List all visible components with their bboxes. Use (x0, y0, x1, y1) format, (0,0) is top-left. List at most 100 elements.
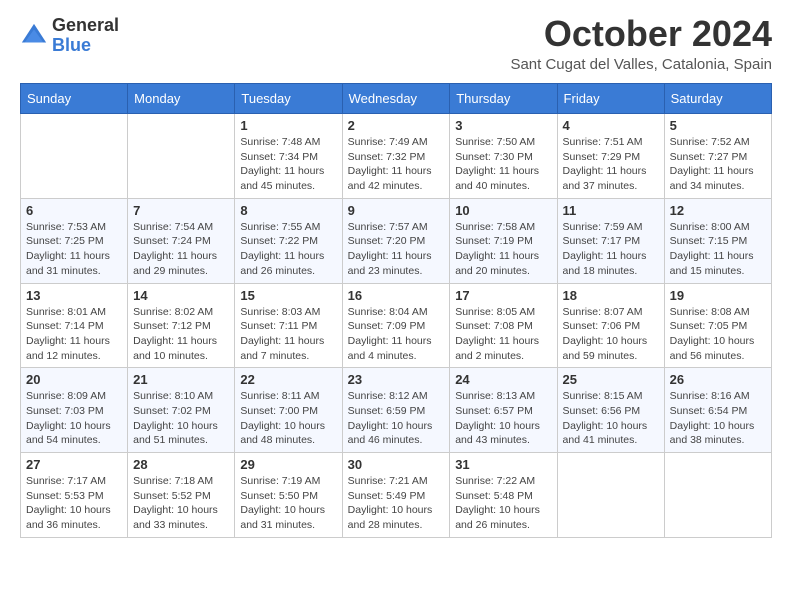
calendar-cell: 26 Sunrise: 8:16 AM Sunset: 6:54 PM Dayli… (664, 368, 771, 453)
calendar-header-row: SundayMondayTuesdayWednesdayThursdayFrid… (21, 84, 772, 114)
day-number: 23 (348, 372, 445, 387)
logo-blue-text: Blue (52, 36, 119, 56)
day-number: 22 (240, 372, 336, 387)
calendar-cell: 4Sunrise: 7:51 AM Sunset: 7:29 PM Daylig… (557, 114, 664, 199)
day-number: 30 (348, 457, 445, 472)
day-of-week-header: Monday (128, 84, 235, 114)
calendar-week-row: 27 Sunrise: 7:17 AM Sunset: 5:53 PM Dayli… (21, 453, 772, 538)
day-info: Sunrise: 7:54 AM Sunset: 7:24 PM Dayligh… (133, 220, 229, 279)
day-number: 12 (670, 203, 766, 218)
day-of-week-header: Friday (557, 84, 664, 114)
day-number: 5 (670, 118, 766, 133)
day-info: Sunrise: 7:53 AM Sunset: 7:25 PM Dayligh… (26, 220, 122, 279)
month-title: October 2024 (510, 16, 772, 52)
calendar-cell: 17Sunrise: 8:05 AM Sunset: 7:08 PM Dayli… (450, 283, 557, 368)
calendar-cell: 30Sunrise: 7:21 AM Sunset: 5:49 PM Dayli… (342, 453, 450, 538)
day-number: 11 (563, 203, 659, 218)
day-of-week-header: Wednesday (342, 84, 450, 114)
day-info: Sunrise: 7:59 AM Sunset: 7:17 PM Dayligh… (563, 220, 659, 279)
day-number: 27 (26, 457, 122, 472)
day-info: Sunrise: 7:52 AM Sunset: 7:27 PM Dayligh… (670, 135, 766, 194)
calendar-cell: 16 Sunrise: 8:04 AM Sunset: 7:09 PM Dayli… (342, 283, 450, 368)
calendar-cell: 7 Sunrise: 7:54 AM Sunset: 7:24 PM Daylig… (128, 198, 235, 283)
day-number: 17 (455, 288, 551, 303)
calendar-cell: 10Sunrise: 7:58 AM Sunset: 7:19 PM Dayli… (450, 198, 557, 283)
day-info: Sunrise: 7:19 AM Sunset: 5:50 PM Dayligh… (240, 474, 336, 533)
calendar-cell: 6 Sunrise: 7:53 AM Sunset: 7:25 PM Daylig… (21, 198, 128, 283)
calendar-cell: 29 Sunrise: 7:19 AM Sunset: 5:50 PM Dayli… (235, 453, 342, 538)
calendar-cell: 28Sunrise: 7:18 AM Sunset: 5:52 PM Dayli… (128, 453, 235, 538)
calendar-cell: 24 Sunrise: 8:13 AM Sunset: 6:57 PM Dayli… (450, 368, 557, 453)
calendar-cell: 27 Sunrise: 7:17 AM Sunset: 5:53 PM Dayli… (21, 453, 128, 538)
calendar-week-row: 20 Sunrise: 8:09 AM Sunset: 7:03 PM Dayli… (21, 368, 772, 453)
title-section: October 2024 Sant Cugat del Valles, Cata… (510, 16, 772, 73)
day-info: Sunrise: 8:16 AM Sunset: 6:54 PM Dayligh… (670, 389, 766, 448)
calendar-cell: 14 Sunrise: 8:02 AM Sunset: 7:12 PM Dayli… (128, 283, 235, 368)
day-number: 9 (348, 203, 445, 218)
calendar-cell: 3 Sunrise: 7:50 AM Sunset: 7:30 PM Daylig… (450, 114, 557, 199)
logo-general-text: General (52, 16, 119, 36)
calendar-cell (557, 453, 664, 538)
calendar-week-row: 1 Sunrise: 7:48 AM Sunset: 7:34 PM Daylig… (21, 114, 772, 199)
day-info: Sunrise: 7:22 AM Sunset: 5:48 PM Dayligh… (455, 474, 551, 533)
calendar-cell: 2 Sunrise: 7:49 AM Sunset: 7:32 PM Daylig… (342, 114, 450, 199)
day-info: Sunrise: 8:04 AM Sunset: 7:09 PM Dayligh… (348, 305, 445, 364)
calendar-week-row: 13 Sunrise: 8:01 AM Sunset: 7:14 PM Dayli… (21, 283, 772, 368)
day-info: Sunrise: 8:08 AM Sunset: 7:05 PM Dayligh… (670, 305, 766, 364)
day-number: 2 (348, 118, 445, 133)
calendar-cell: 18Sunrise: 8:07 AM Sunset: 7:06 PM Dayli… (557, 283, 664, 368)
calendar-cell: 8 Sunrise: 7:55 AM Sunset: 7:22 PM Daylig… (235, 198, 342, 283)
day-info: Sunrise: 8:11 AM Sunset: 7:00 PM Dayligh… (240, 389, 336, 448)
calendar-cell: 19Sunrise: 8:08 AM Sunset: 7:05 PM Dayli… (664, 283, 771, 368)
day-number: 26 (670, 372, 766, 387)
day-of-week-header: Sunday (21, 84, 128, 114)
calendar-cell: 1 Sunrise: 7:48 AM Sunset: 7:34 PM Daylig… (235, 114, 342, 199)
day-info: Sunrise: 7:18 AM Sunset: 5:52 PM Dayligh… (133, 474, 229, 533)
calendar-cell: 12 Sunrise: 8:00 AM Sunset: 7:15 PM Dayli… (664, 198, 771, 283)
day-of-week-header: Saturday (664, 84, 771, 114)
day-of-week-header: Tuesday (235, 84, 342, 114)
day-number: 29 (240, 457, 336, 472)
day-info: Sunrise: 8:10 AM Sunset: 7:02 PM Dayligh… (133, 389, 229, 448)
day-info: Sunrise: 7:50 AM Sunset: 7:30 PM Dayligh… (455, 135, 551, 194)
calendar-table: SundayMondayTuesdayWednesdayThursdayFrid… (20, 83, 772, 538)
day-number: 20 (26, 372, 122, 387)
day-number: 14 (133, 288, 229, 303)
day-info: Sunrise: 7:49 AM Sunset: 7:32 PM Dayligh… (348, 135, 445, 194)
calendar-cell: 15 Sunrise: 8:03 AM Sunset: 7:11 PM Dayli… (235, 283, 342, 368)
day-info: Sunrise: 7:57 AM Sunset: 7:20 PM Dayligh… (348, 220, 445, 279)
day-info: Sunrise: 8:07 AM Sunset: 7:06 PM Dayligh… (563, 305, 659, 364)
day-info: Sunrise: 7:17 AM Sunset: 5:53 PM Dayligh… (26, 474, 122, 533)
day-number: 15 (240, 288, 336, 303)
day-info: Sunrise: 8:13 AM Sunset: 6:57 PM Dayligh… (455, 389, 551, 448)
day-number: 1 (240, 118, 336, 133)
calendar-cell: 21Sunrise: 8:10 AM Sunset: 7:02 PM Dayli… (128, 368, 235, 453)
day-info: Sunrise: 8:02 AM Sunset: 7:12 PM Dayligh… (133, 305, 229, 364)
day-info: Sunrise: 8:00 AM Sunset: 7:15 PM Dayligh… (670, 220, 766, 279)
day-info: Sunrise: 7:55 AM Sunset: 7:22 PM Dayligh… (240, 220, 336, 279)
calendar-cell: 31 Sunrise: 7:22 AM Sunset: 5:48 PM Dayli… (450, 453, 557, 538)
page-header: General Blue October 2024 Sant Cugat del… (20, 16, 772, 73)
calendar-cell: 5 Sunrise: 7:52 AM Sunset: 7:27 PM Daylig… (664, 114, 771, 199)
day-info: Sunrise: 8:01 AM Sunset: 7:14 PM Dayligh… (26, 305, 122, 364)
day-number: 24 (455, 372, 551, 387)
day-number: 8 (240, 203, 336, 218)
day-info: Sunrise: 7:48 AM Sunset: 7:34 PM Dayligh… (240, 135, 336, 194)
calendar-cell: 20 Sunrise: 8:09 AM Sunset: 7:03 PM Dayli… (21, 368, 128, 453)
day-info: Sunrise: 8:03 AM Sunset: 7:11 PM Dayligh… (240, 305, 336, 364)
day-number: 7 (133, 203, 229, 218)
day-number: 31 (455, 457, 551, 472)
day-number: 10 (455, 203, 551, 218)
day-number: 6 (26, 203, 122, 218)
calendar-cell: 23 Sunrise: 8:12 AM Sunset: 6:59 PM Dayli… (342, 368, 450, 453)
calendar-week-row: 6 Sunrise: 7:53 AM Sunset: 7:25 PM Daylig… (21, 198, 772, 283)
day-number: 13 (26, 288, 122, 303)
day-info: Sunrise: 7:51 AM Sunset: 7:29 PM Dayligh… (563, 135, 659, 194)
day-number: 16 (348, 288, 445, 303)
location-text: Sant Cugat del Valles, Catalonia, Spain (510, 56, 772, 73)
day-number: 3 (455, 118, 551, 133)
day-of-week-header: Thursday (450, 84, 557, 114)
day-info: Sunrise: 8:12 AM Sunset: 6:59 PM Dayligh… (348, 389, 445, 448)
day-info: Sunrise: 8:09 AM Sunset: 7:03 PM Dayligh… (26, 389, 122, 448)
day-number: 25 (563, 372, 659, 387)
